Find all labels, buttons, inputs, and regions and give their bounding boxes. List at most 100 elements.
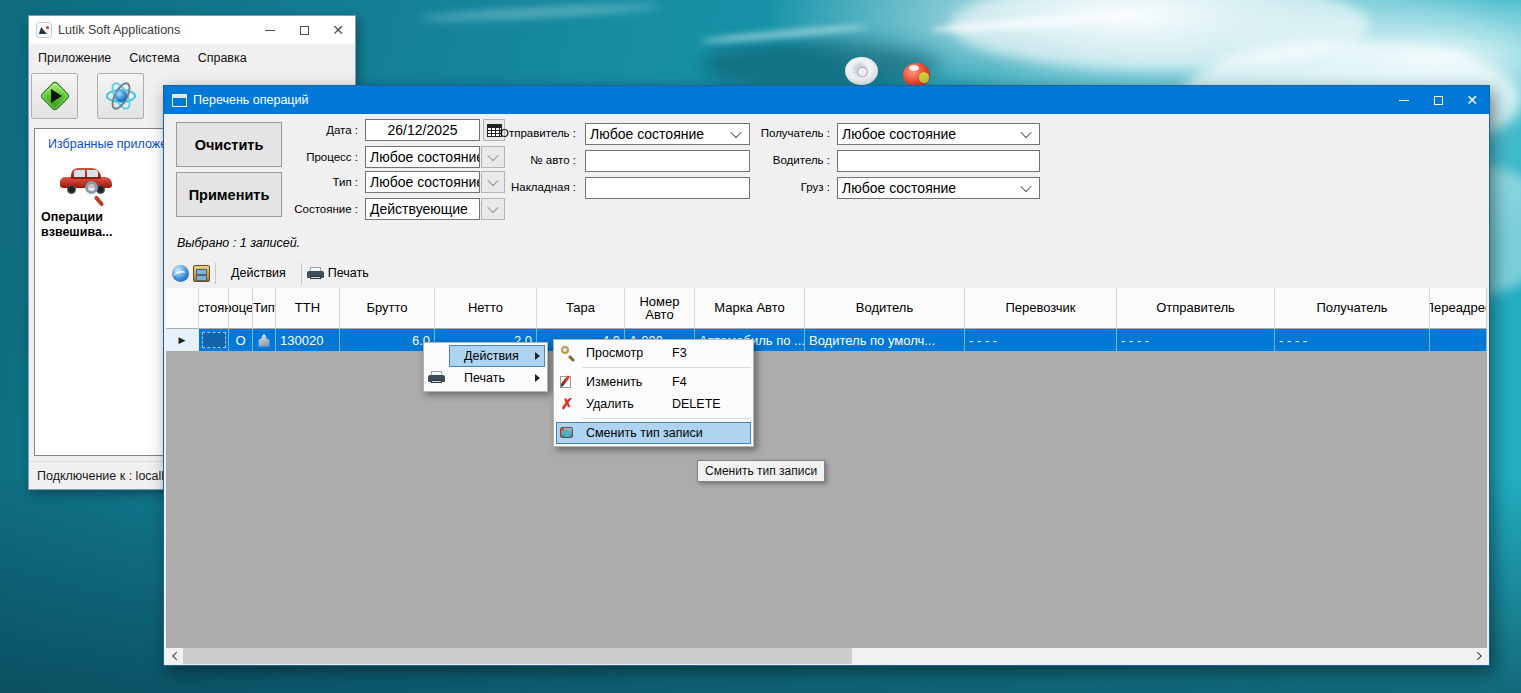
grid-header-row: СостояниеПроцессТипТТНБруттоНеттоТараНом… bbox=[166, 288, 1487, 329]
grid-column-header[interactable]: ТТН bbox=[276, 288, 340, 329]
submenu-item[interactable]: ✗УдалитьDELETE bbox=[554, 393, 753, 415]
operations-list-window: Перечень операций ✕ Очистить Применить Д… bbox=[163, 85, 1490, 666]
grid-cell[interactable]: Водитель по умолч... bbox=[805, 329, 965, 351]
edit-icon bbox=[558, 373, 576, 391]
cd-disc-wallpaper bbox=[845, 57, 878, 85]
printer-icon bbox=[307, 265, 324, 282]
submenu-arrow-icon bbox=[535, 374, 540, 382]
small-window-titlebar[interactable]: Lutik Soft Applications ✕ bbox=[29, 16, 355, 44]
menu-separator bbox=[582, 367, 751, 368]
waybill-label: Накладная : bbox=[456, 181, 576, 193]
receiver-label: Получатель : bbox=[710, 127, 830, 139]
grid-column-header[interactable]: Отправитель bbox=[1117, 288, 1275, 329]
main-window-title: Перечень операций bbox=[193, 93, 308, 107]
auto-number-label: № авто : bbox=[456, 154, 576, 166]
grid-column-header[interactable]: Перевозчик bbox=[965, 288, 1117, 329]
horizontal-scrollbar[interactable] bbox=[166, 648, 1487, 664]
grid-column-header[interactable]: Получатель bbox=[1275, 288, 1430, 329]
tooltip: Сменить тип записи bbox=[697, 460, 825, 482]
grid-column-header[interactable]: Тип bbox=[253, 288, 276, 329]
type-label: Тип : bbox=[238, 176, 358, 188]
sender-label: Отправитель : bbox=[456, 127, 576, 139]
grid-cell[interactable]: 130020 bbox=[276, 329, 340, 351]
close-icon: ✕ bbox=[1466, 93, 1478, 107]
grid-column-header[interactable]: Нетто bbox=[435, 288, 537, 329]
magnifier-icon bbox=[558, 344, 576, 362]
grid-column-header[interactable]: Водитель bbox=[805, 288, 965, 329]
grid-cell[interactable] bbox=[199, 329, 229, 351]
driver-label: Водитель : bbox=[710, 154, 830, 166]
close-button[interactable]: ✕ bbox=[1455, 86, 1489, 114]
atom-icon bbox=[104, 80, 138, 112]
small-window-title: Lutik Soft Applications bbox=[58, 23, 180, 37]
maximize-button[interactable] bbox=[287, 16, 321, 44]
chevron-down-icon bbox=[1020, 127, 1031, 138]
form-icon bbox=[172, 94, 187, 107]
grid-column-header[interactable]: Марка Авто bbox=[695, 288, 805, 329]
row-indicator-cell[interactable]: ▶ bbox=[166, 329, 199, 351]
chevron-down-icon bbox=[487, 202, 498, 213]
grid-column-header[interactable]: Тара bbox=[537, 288, 625, 329]
state-label: Состояние : bbox=[238, 203, 358, 215]
grid-cell[interactable]: О bbox=[229, 329, 253, 351]
minimize-button[interactable] bbox=[253, 16, 287, 44]
grid-selected-row[interactable]: ▶О1300206.02.04.0А 000Автомобиль по ...В… bbox=[166, 329, 1487, 351]
grid-cell[interactable] bbox=[253, 329, 276, 351]
minimize-icon bbox=[265, 30, 275, 31]
grid-cell[interactable]: - - - - bbox=[965, 329, 1117, 351]
receiver-combo[interactable]: Любое состояние bbox=[837, 123, 1040, 145]
driver-input[interactable] bbox=[837, 150, 1040, 172]
weight-type-icon bbox=[256, 334, 272, 347]
grid-cell[interactable]: - - - - bbox=[1117, 329, 1275, 351]
globe-icon[interactable] bbox=[172, 265, 189, 282]
menu-separator bbox=[582, 418, 751, 419]
run-icon bbox=[41, 82, 69, 110]
grid-column-header[interactable]: Номер Авто bbox=[625, 288, 695, 329]
minimize-icon bbox=[1399, 100, 1409, 101]
grid-cell[interactable]: - - - - bbox=[1275, 329, 1430, 351]
submenu-item[interactable]: ИзменитьF4 bbox=[554, 371, 753, 393]
state-dropdown-button[interactable] bbox=[481, 198, 505, 220]
chevron-down-icon bbox=[1020, 181, 1031, 192]
grid-column-header[interactable]: Процесс bbox=[229, 288, 253, 329]
run-tool-button[interactable] bbox=[31, 73, 78, 119]
actions-toolbar-button[interactable]: Действия bbox=[221, 266, 296, 280]
grid-column-header[interactable] bbox=[166, 288, 199, 329]
favorite-app-item[interactable]: Операциивзвешива... bbox=[41, 163, 161, 240]
actions-submenu: ПросмотрF3 ИзменитьF4✗УдалитьDELETE Сменит… bbox=[553, 339, 754, 447]
main-window-titlebar[interactable]: Перечень операций ✕ bbox=[164, 86, 1489, 114]
grid-column-header[interactable]: Брутто bbox=[340, 288, 435, 329]
submenu-arrow-icon bbox=[535, 352, 540, 360]
grid-column-header[interactable]: Состояние bbox=[199, 288, 229, 329]
date-label: Дата : bbox=[238, 124, 358, 136]
context-menu: ДействияПечать bbox=[423, 342, 548, 392]
maximize-button[interactable] bbox=[1421, 86, 1455, 114]
small-window-menubar: Приложение Система Справка bbox=[29, 44, 355, 71]
context-menu-item-actions[interactable]: Действия bbox=[424, 345, 547, 367]
favorite-app-label: Операциивзвешива... bbox=[41, 210, 161, 240]
scroll-left-arrow[interactable] bbox=[166, 648, 183, 664]
close-button[interactable]: ✕ bbox=[321, 16, 355, 44]
submenu-item[interactable]: ПросмотрF3 bbox=[554, 342, 753, 364]
process-label: Процесс : bbox=[238, 151, 358, 163]
cargo-combo[interactable]: Любое состояние bbox=[837, 177, 1040, 199]
close-icon: ✕ bbox=[332, 23, 344, 37]
submenu-item[interactable]: Сменить тип записи bbox=[554, 422, 753, 444]
grid-cell[interactable] bbox=[1430, 329, 1487, 351]
grid-cell[interactable]: 6.0 bbox=[340, 329, 435, 351]
menu-application[interactable]: Приложение bbox=[29, 44, 120, 71]
cargo-label: Груз : bbox=[710, 181, 830, 193]
state-combo[interactable]: Действуеющие bbox=[365, 198, 480, 220]
delete-icon: ✗ bbox=[558, 395, 576, 413]
menu-system[interactable]: Система bbox=[120, 44, 188, 71]
grid-column-header[interactable]: Переадрес bbox=[1430, 288, 1487, 329]
minimize-button[interactable] bbox=[1387, 86, 1421, 114]
scroll-right-arrow[interactable] bbox=[1470, 648, 1487, 664]
menu-help[interactable]: Справка bbox=[189, 44, 256, 71]
context-menu-item-print[interactable]: Печать bbox=[424, 367, 547, 389]
chest-icon[interactable] bbox=[193, 265, 210, 282]
weighing-operations-icon bbox=[59, 163, 115, 207]
scrollbar-thumb[interactable] bbox=[183, 648, 852, 664]
print-toolbar-button[interactable]: Печать bbox=[324, 266, 379, 280]
science-tool-button[interactable] bbox=[97, 73, 144, 119]
